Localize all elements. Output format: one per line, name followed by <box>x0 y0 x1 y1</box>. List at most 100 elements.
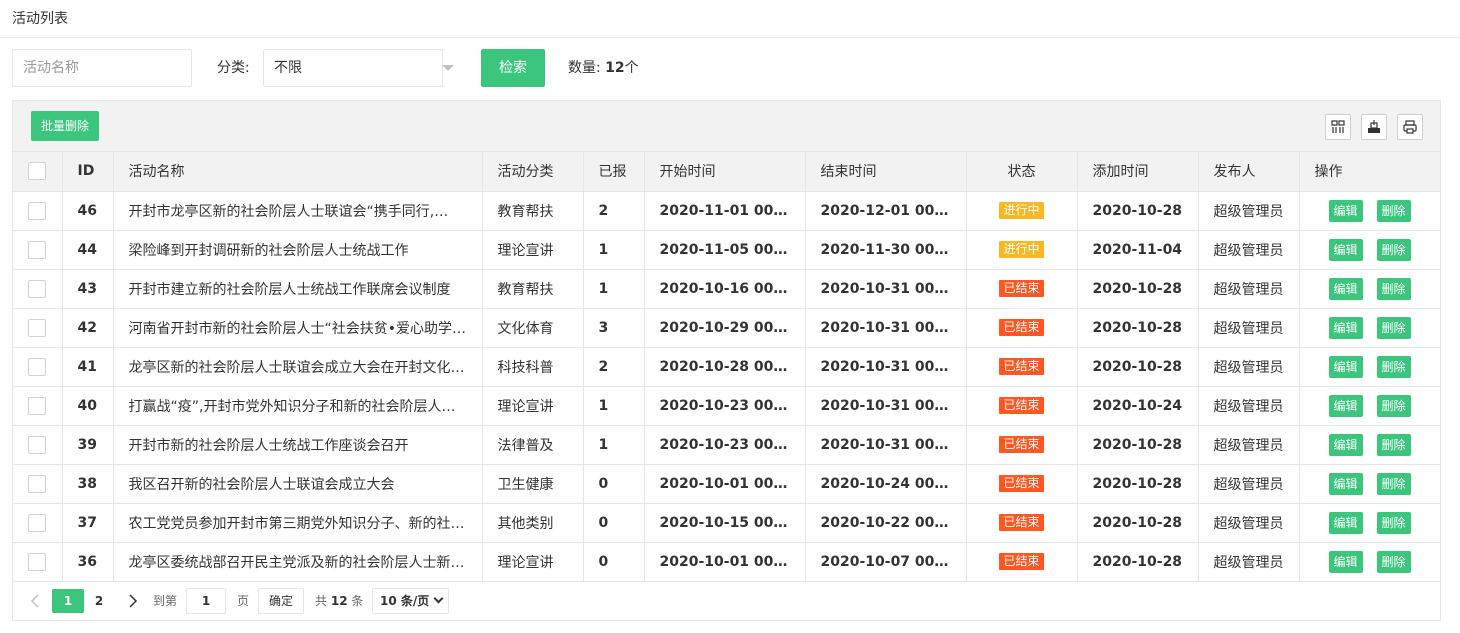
table-row: 42 河南省开封市新的社会阶层人士“社会扶贫•爱心助学… 文化体育 3 2020-10-… <box>13 308 1440 348</box>
count-value: 12 <box>605 60 625 76</box>
row-checkbox[interactable] <box>28 513 47 532</box>
row-select-cell <box>13 542 63 582</box>
cell-end-time: 2020-10-31 00:00 <box>805 425 967 465</box>
title-divider <box>0 37 1460 38</box>
chevron-down-icon <box>442 65 454 71</box>
edit-button[interactable]: 编辑 <box>1328 472 1363 495</box>
row-checkbox[interactable] <box>28 201 47 220</box>
page-1[interactable]: 1 <box>52 589 84 613</box>
cell-publisher: 超级管理员 <box>1198 269 1300 309</box>
table-row: 41 龙亭区新的社会阶层人士联谊会成立大会在开封文化… 科技科普 2 2020-10-2… <box>13 347 1440 387</box>
row-checkbox[interactable] <box>28 474 47 493</box>
cell-end-time: 2020-10-31 00:00 <box>805 308 967 348</box>
delete-button[interactable]: 删除 <box>1376 277 1411 300</box>
cell-activity-name: 开封市新的社会阶层人士统战工作座谈会召开 <box>113 425 483 465</box>
cell-id: 40 <box>62 386 114 426</box>
count-display: 数量: 12个 <box>568 49 639 87</box>
goto-label: 到第 <box>153 594 178 608</box>
delete-button[interactable]: 删除 <box>1376 238 1411 261</box>
cell-publisher: 超级管理员 <box>1198 191 1300 231</box>
cell-activity-name: 开封市龙亭区新的社会阶层人士联谊会“携手同行,… <box>113 191 483 231</box>
cell-end-time: 2020-10-24 00:00 <box>805 464 967 504</box>
cell-status: 已结束 <box>966 386 1078 426</box>
edit-button[interactable]: 编辑 <box>1328 355 1363 378</box>
total-prefix: 共 <box>315 594 328 608</box>
cell-registered: 1 <box>583 425 645 465</box>
activity-name-input[interactable] <box>12 49 192 87</box>
delete-button[interactable]: 删除 <box>1376 199 1411 222</box>
status-badge: 已结束 <box>999 397 1044 414</box>
cell-start-time: 2020-10-01 00:00 <box>644 464 806 504</box>
table-row: 46 开封市龙亭区新的社会阶层人士联谊会“携手同行,… 教育帮扶 2 2020-11-0… <box>13 191 1440 231</box>
cell-id: 43 <box>62 269 114 309</box>
delete-button[interactable]: 删除 <box>1376 433 1411 456</box>
cell-category: 教育帮扶 <box>482 269 584 309</box>
cell-publisher: 超级管理员 <box>1198 425 1300 465</box>
cell-operations: 编辑 删除 <box>1299 191 1440 231</box>
cell-end-time: 2020-10-22 00:00 <box>805 503 967 543</box>
cell-end-time: 2020-10-31 00:00 <box>805 269 967 309</box>
header-operations: 操作 <box>1299 152 1440 192</box>
delete-button[interactable]: 删除 <box>1376 355 1411 378</box>
print-icon[interactable] <box>1397 114 1423 140</box>
cell-status: 已结束 <box>966 347 1078 387</box>
edit-button[interactable]: 编辑 <box>1328 199 1363 222</box>
row-checkbox[interactable] <box>28 357 47 376</box>
cell-start-time: 2020-10-23 00:00 <box>644 386 806 426</box>
category-select[interactable]: 不限 <box>263 49 443 87</box>
row-checkbox[interactable] <box>28 435 47 454</box>
cell-publisher: 超级管理员 <box>1198 230 1300 270</box>
table-toolbar: 批量删除 <box>13 101 1440 152</box>
row-select-cell <box>13 191 63 231</box>
row-checkbox[interactable] <box>28 396 47 415</box>
search-button[interactable]: 检索 <box>481 49 545 87</box>
page-size-value: 10 条/页 <box>380 594 430 608</box>
delete-button[interactable]: 删除 <box>1376 550 1411 573</box>
cell-publisher: 超级管理员 <box>1198 308 1300 348</box>
export-icon[interactable] <box>1361 114 1387 140</box>
prev-page-icon[interactable] <box>25 591 45 611</box>
goto-confirm-button[interactable]: 确定 <box>258 588 304 614</box>
cell-start-time: 2020-10-01 00:00 <box>644 542 806 582</box>
cell-added-time: 2020-10-28 <box>1077 503 1199 543</box>
edit-button[interactable]: 编辑 <box>1328 550 1363 573</box>
cell-added-time: 2020-10-28 <box>1077 425 1199 465</box>
delete-button[interactable]: 删除 <box>1376 316 1411 339</box>
status-badge: 已结束 <box>999 319 1044 336</box>
search-bar: 分类: 不限 检索 数量: 12个 <box>12 49 1452 87</box>
delete-button[interactable]: 删除 <box>1376 394 1411 417</box>
row-select-cell <box>13 503 63 543</box>
cell-added-time: 2020-10-24 <box>1077 386 1199 426</box>
edit-button[interactable]: 编辑 <box>1328 511 1363 534</box>
page-size-select[interactable]: 10 条/页 <box>372 588 449 614</box>
table-row: 36 龙亭区委统战部召开民主党派及新的社会阶层人士新… 理论宣讲 0 2020-10-0… <box>13 542 1440 582</box>
page-unit-label: 页 <box>237 594 250 608</box>
table-row: 38 我区召开新的社会阶层人士联谊会成立大会 卫生健康 0 2020-10-01 00:… <box>13 464 1440 504</box>
row-checkbox[interactable] <box>28 318 47 337</box>
delete-button[interactable]: 删除 <box>1376 511 1411 534</box>
cell-id: 39 <box>62 425 114 465</box>
edit-button[interactable]: 编辑 <box>1328 394 1363 417</box>
cell-added-time: 2020-11-04 <box>1077 230 1199 270</box>
edit-button[interactable]: 编辑 <box>1328 238 1363 261</box>
row-checkbox[interactable] <box>28 240 47 259</box>
select-all-checkbox[interactable] <box>28 162 47 181</box>
status-badge: 已结束 <box>999 436 1044 453</box>
cell-category: 理论宣讲 <box>482 542 584 582</box>
delete-button[interactable]: 删除 <box>1376 472 1411 495</box>
next-page-icon[interactable] <box>123 591 143 611</box>
edit-button[interactable]: 编辑 <box>1328 316 1363 339</box>
page-2[interactable]: 2 <box>83 589 115 613</box>
row-checkbox[interactable] <box>28 552 47 571</box>
status-badge: 已结束 <box>999 475 1044 492</box>
header-registered: 已报 <box>583 152 645 192</box>
edit-button[interactable]: 编辑 <box>1328 277 1363 300</box>
edit-button[interactable]: 编辑 <box>1328 433 1363 456</box>
columns-icon[interactable] <box>1325 114 1351 140</box>
cell-registered: 2 <box>583 191 645 231</box>
cell-publisher: 超级管理员 <box>1198 503 1300 543</box>
goto-page-input[interactable]: 1 <box>186 588 226 614</box>
row-checkbox[interactable] <box>28 279 47 298</box>
cell-category: 科技科普 <box>482 347 584 387</box>
batch-delete-button[interactable]: 批量删除 <box>31 111 99 141</box>
